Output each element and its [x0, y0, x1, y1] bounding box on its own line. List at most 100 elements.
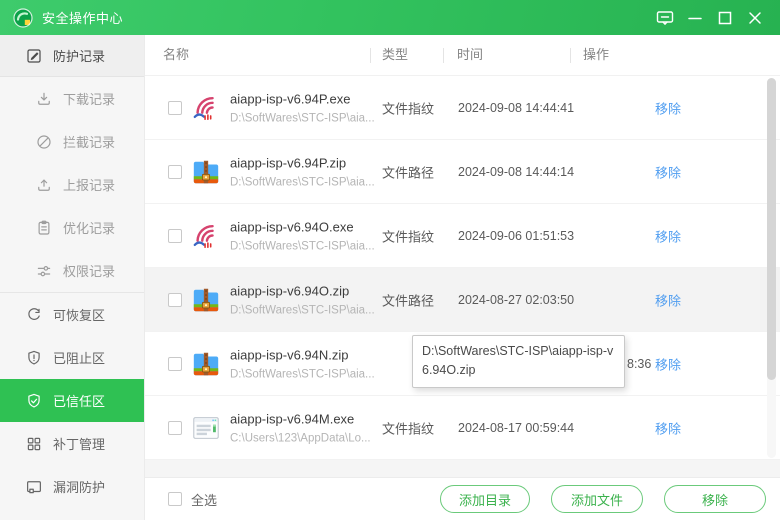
remove-link[interactable]: 移除: [570, 98, 766, 117]
entry-type: 文件指纹: [382, 421, 435, 436]
add-directory-button[interactable]: 添加目录: [440, 485, 530, 513]
sidebar-item-label: 优化记录: [63, 221, 116, 236]
table-row[interactable]: aiapp-isp-v6.94P.exe D:\SoftWares\STC-IS…: [145, 76, 780, 140]
add-file-button[interactable]: 添加文件: [551, 485, 643, 513]
sidebar-item-vulnerability-protection[interactable]: 漏洞防护: [0, 465, 144, 508]
column-header-time: 时间: [457, 47, 484, 62]
path-tooltip: D:\SoftWares\STC-ISP\aiapp-isp-v6.94O.zi…: [412, 335, 625, 388]
sidebar-item-optimize-records[interactable]: 优化记录: [0, 206, 144, 249]
sidebar-item-download-records[interactable]: 下载记录: [0, 77, 144, 120]
entry-time: 2024-08-17 00:59:44: [458, 420, 575, 435]
table-row[interactable]: aiapp-isp-v6.94M.exe C:\Users\123\AppDat…: [145, 396, 780, 460]
row-checkbox[interactable]: [168, 228, 182, 243]
sidebar-item-label: 漏洞防护: [53, 480, 106, 495]
sidebar-item-report-records[interactable]: 上报记录: [0, 163, 144, 206]
entry-type: 文件指纹: [382, 229, 435, 244]
file-path: D:\SoftWares\STC-ISP\aia...: [230, 304, 375, 316]
sidebar-item-patch-management[interactable]: 补丁管理: [0, 422, 144, 465]
close-icon[interactable]: [740, 4, 770, 32]
file-name: aiapp-isp-v6.94P.zip: [230, 155, 347, 170]
select-all-checkbox[interactable]: [168, 492, 182, 506]
file-path: D:\SoftWares\STC-ISP\aia...: [230, 368, 375, 380]
sidebar-item-protection-records[interactable]: 防护记录: [0, 35, 144, 77]
table-body: aiapp-isp-v6.94P.exe D:\SoftWares\STC-IS…: [145, 76, 780, 460]
edit-record-icon: [25, 47, 43, 65]
zip-archive-icon: [191, 285, 221, 315]
row-checkbox[interactable]: [168, 164, 182, 179]
row-checkbox[interactable]: [168, 100, 182, 115]
sidebar-item-label: 补丁管理: [53, 437, 106, 452]
sidebar-item-label: 下载记录: [63, 92, 116, 107]
app-window-icon: [191, 413, 221, 443]
entry-type: 文件指纹: [382, 101, 435, 116]
file-info: aiapp-isp-v6.94M.exe C:\Users\123\AppDat…: [230, 411, 371, 444]
file-path: D:\SoftWares\STC-ISP\aia...: [230, 240, 375, 252]
column-header-operation: 操作: [583, 47, 610, 62]
sidebar-item-label: 已信任区: [53, 394, 106, 409]
table-row[interactable]: aiapp-isp-v6.94O.exe D:\SoftWares\STC-IS…: [145, 204, 780, 268]
column-header-name: 名称: [163, 47, 190, 62]
download-icon: [35, 90, 53, 108]
clipboard-icon: [35, 219, 53, 237]
sidebar-item-trusted-zone[interactable]: 已信任区: [0, 379, 144, 422]
select-all-label: 全选: [191, 492, 218, 508]
table-row[interactable]: aiapp-isp-v6.94P.zip D:\SoftWares\STC-IS…: [145, 140, 780, 204]
scrollbar-thumb[interactable]: [767, 78, 776, 380]
entry-time: 2024-09-06 01:51:53: [458, 228, 575, 243]
table-header: 名称 类型 时间 操作: [145, 35, 780, 76]
row-checkbox[interactable]: [168, 356, 182, 371]
column-divider: [570, 48, 571, 63]
sidebar-item-blocked-zone[interactable]: 已阻止区: [0, 336, 144, 379]
vulnerability-icon: [25, 478, 43, 496]
shield-alert-icon: [25, 349, 43, 367]
zip-archive-icon: [191, 349, 221, 379]
entry-time: 2024-09-08 14:44:41: [458, 100, 575, 115]
file-name: aiapp-isp-v6.94M.exe: [230, 411, 355, 426]
feedback-icon[interactable]: [650, 4, 680, 32]
zip-archive-icon: [191, 157, 221, 187]
block-icon: [35, 133, 53, 151]
patch-icon: [25, 435, 43, 453]
remove-link[interactable]: 移除: [570, 290, 766, 309]
window-controls: [650, 4, 770, 32]
file-name: aiapp-isp-v6.94P.exe: [230, 91, 351, 106]
sidebar-item-label: 上报记录: [63, 178, 116, 193]
entry-type: 文件路径: [382, 293, 435, 308]
column-divider: [370, 48, 371, 63]
row-checkbox[interactable]: [168, 292, 182, 307]
column-header-type: 类型: [382, 47, 409, 62]
file-info: aiapp-isp-v6.94O.zip D:\SoftWares\STC-IS…: [230, 283, 375, 316]
entry-time: 2024-08-27 02:03:50: [458, 292, 575, 307]
window-title: 安全操作中心: [42, 11, 124, 26]
sidebar-item-label: 可恢复区: [53, 308, 106, 323]
row-checkbox[interactable]: [168, 420, 182, 435]
sidebar-item-label: 已阻止区: [53, 351, 106, 366]
maximize-icon[interactable]: [710, 4, 740, 32]
file-info: aiapp-isp-v6.94P.zip D:\SoftWares\STC-IS…: [230, 155, 375, 188]
sidebar-item-recoverable-zone[interactable]: 可恢复区: [0, 293, 144, 336]
sidebar-item-intercept-records[interactable]: 拦截记录: [0, 120, 144, 163]
minimize-icon[interactable]: [680, 4, 710, 32]
file-path: C:\Users\123\AppData\Lo...: [230, 432, 371, 444]
sidebar-item-permission-records[interactable]: 权限记录: [0, 249, 144, 292]
titlebar[interactable]: 安全操作中心: [0, 0, 780, 35]
column-divider: [443, 48, 444, 63]
entry-type: 文件路径: [382, 165, 435, 180]
remove-link[interactable]: 移除: [570, 418, 766, 437]
sidebar-item-label: 权限记录: [63, 264, 116, 279]
table-row[interactable]: aiapp-isp-v6.94O.zip D:\SoftWares\STC-IS…: [145, 268, 780, 332]
file-path: D:\SoftWares\STC-ISP\aia...: [230, 176, 375, 188]
remove-link[interactable]: 移除: [570, 226, 766, 245]
footer-bar: 全选 添加目录 添加文件 移除: [145, 477, 780, 520]
remove-link[interactable]: 移除: [570, 162, 766, 181]
sidebar-item-label: 防护记录: [53, 49, 106, 64]
file-info: aiapp-isp-v6.94O.exe D:\SoftWares\STC-IS…: [230, 219, 375, 252]
file-name: aiapp-isp-v6.94O.zip: [230, 283, 350, 298]
file-info: aiapp-isp-v6.94N.zip D:\SoftWares\STC-IS…: [230, 347, 375, 380]
window: 安全操作中心 防护记录 下载记录 拦截记录 上报记录 优化记录 权限记录 可恢复…: [0, 0, 780, 520]
remove-button[interactable]: 移除: [664, 485, 766, 513]
file-name: aiapp-isp-v6.94N.zip: [230, 347, 349, 362]
content: 名称 类型 时间 操作 aiapp-isp-v6.94P.exe D:\Soft…: [145, 35, 780, 520]
app-logo-icon: [13, 7, 33, 28]
permissions-icon: [35, 262, 53, 280]
